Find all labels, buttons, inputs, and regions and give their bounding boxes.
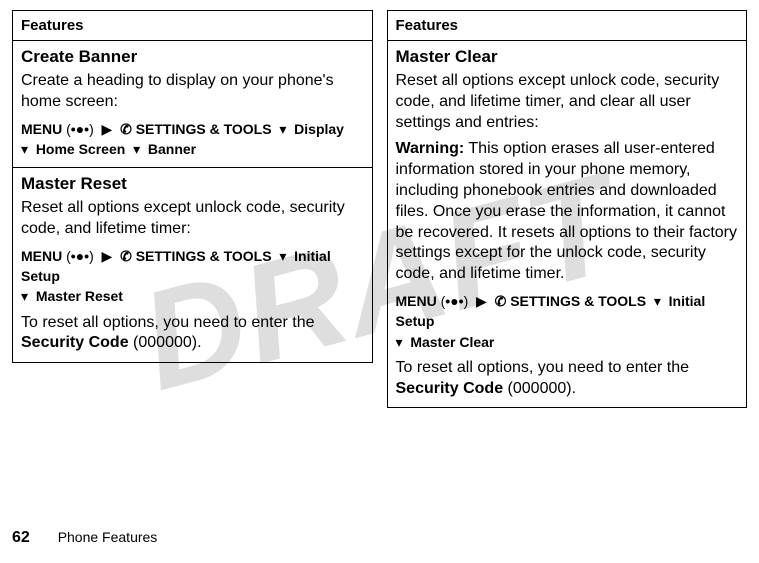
master-clear-section: Master Clear Reset all options except un…	[388, 40, 747, 407]
warning-text: This option erases all user-entered info…	[396, 140, 738, 282]
down-icon: ▾	[21, 141, 28, 157]
menu-label: MENU	[21, 248, 62, 264]
settings-tools-label: SETTINGS & TOOLS	[136, 121, 272, 137]
settings-tools-label: SETTINGS & TOOLS	[510, 293, 646, 309]
banner-label: Banner	[148, 141, 196, 157]
master-reset-note: To reset all options, you need to enter …	[21, 313, 364, 355]
right-box: Features Master Clear Reset all options …	[387, 10, 748, 408]
left-box: Features Create Banner Create a heading …	[12, 10, 373, 363]
security-code-label: Security Code	[21, 334, 129, 351]
down-icon: ▾	[21, 288, 28, 304]
arrow-icon: ▶	[102, 248, 113, 264]
master-reset-title: Master Reset	[21, 174, 364, 194]
arrow-icon: ▶	[476, 293, 487, 309]
center-key-icon: •●•	[445, 293, 463, 309]
create-banner-desc: Create a heading to display on your phon…	[21, 71, 364, 113]
down-icon: ▾	[396, 334, 403, 350]
note-prefix: To reset all options, you need to enter …	[396, 359, 690, 376]
down-icon: ▾	[279, 248, 286, 264]
create-banner-title: Create Banner	[21, 47, 364, 67]
center-key-icon: •●•	[71, 248, 89, 264]
tools-icon: ✆	[120, 121, 132, 137]
master-reset-path: MENU (•●•) ▶ ✆ SETTINGS & TOOLS ▾ Initia…	[21, 246, 364, 307]
arrow-icon: ▶	[102, 121, 113, 137]
master-clear-desc: Reset all options except unlock code, se…	[396, 71, 739, 133]
paren-close: )	[89, 121, 94, 137]
master-reset-desc: Reset all options except unlock code, se…	[21, 198, 364, 240]
master-clear-warning: Warning: This option erases all user-ent…	[396, 139, 739, 285]
paren-close: )	[89, 248, 94, 264]
note-suffix: (000000).	[503, 380, 576, 397]
tools-icon: ✆	[120, 248, 132, 264]
note-prefix: To reset all options, you need to enter …	[21, 314, 315, 331]
menu-label: MENU	[21, 121, 62, 137]
master-clear-title: Master Clear	[396, 47, 739, 67]
tools-icon: ✆	[495, 293, 507, 309]
master-clear-note: To reset all options, you need to enter …	[396, 358, 739, 400]
master-reset-section: Master Reset Reset all options except un…	[13, 167, 372, 362]
master-clear-path: MENU (•●•) ▶ ✆ SETTINGS & TOOLS ▾ Initia…	[396, 291, 739, 352]
master-clear-label: Master Clear	[410, 334, 494, 350]
down-icon: ▾	[654, 293, 661, 309]
warning-label: Warning:	[396, 140, 465, 157]
page-number: 62	[12, 529, 30, 546]
master-reset-label: Master Reset	[36, 288, 123, 304]
paren-close: )	[464, 293, 469, 309]
security-code-label: Security Code	[396, 380, 504, 397]
display-label: Display	[294, 121, 344, 137]
create-banner-section: Create Banner Create a heading to displa…	[13, 40, 372, 167]
right-column: Features Master Clear Reset all options …	[387, 10, 748, 408]
page-footer: 62 Phone Features	[12, 529, 157, 547]
settings-tools-label: SETTINGS & TOOLS	[136, 248, 272, 264]
content-columns: Features Create Banner Create a heading …	[0, 0, 759, 408]
footer-label: Phone Features	[58, 529, 158, 545]
home-screen-label: Home Screen	[36, 141, 125, 157]
left-features-header: Features	[13, 11, 372, 40]
create-banner-path: MENU (•●•) ▶ ✆ SETTINGS & TOOLS ▾ Displa…	[21, 119, 364, 160]
right-features-header: Features	[388, 11, 747, 40]
center-key-icon: •●•	[71, 121, 89, 137]
left-column: Features Create Banner Create a heading …	[12, 10, 373, 408]
down-icon: ▾	[133, 141, 140, 157]
note-suffix: (000000).	[129, 334, 202, 351]
down-icon: ▾	[279, 121, 286, 137]
menu-label: MENU	[396, 293, 437, 309]
